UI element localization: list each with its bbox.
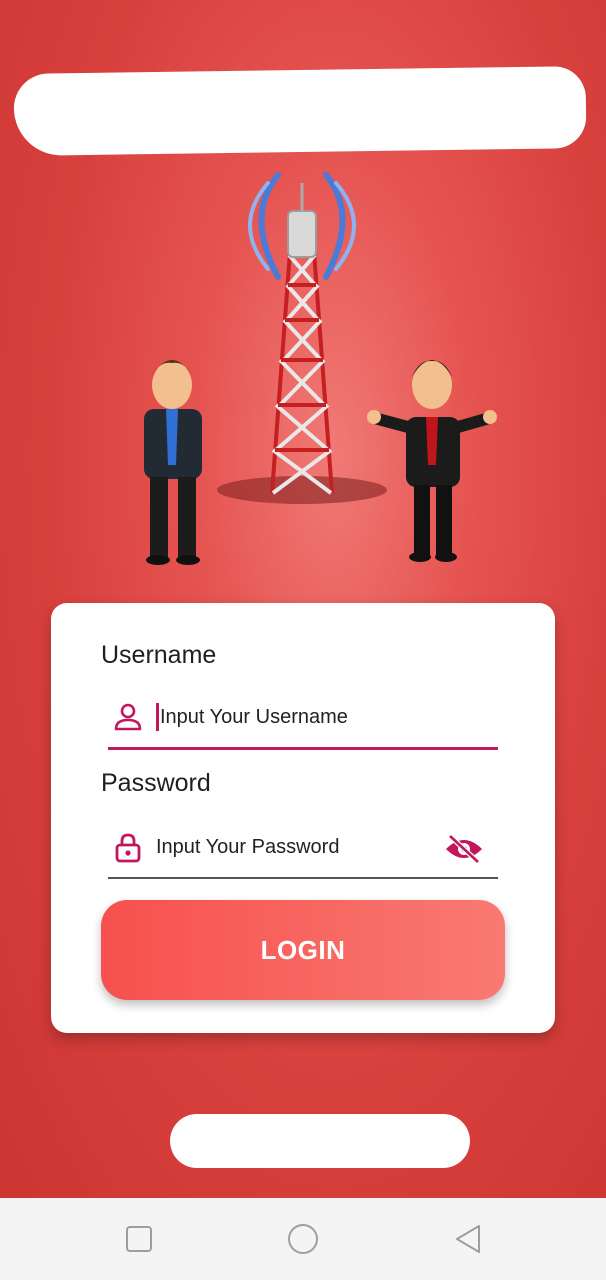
password-input[interactable] (156, 831, 436, 863)
text-cursor (156, 703, 159, 731)
circle-icon[interactable] (286, 1222, 320, 1256)
login-button[interactable]: LOGIN (101, 900, 505, 1000)
lock-icon (115, 833, 141, 863)
username-input[interactable] (160, 701, 440, 733)
system-nav-bar (0, 1198, 606, 1280)
redacted-app-title (13, 66, 587, 156)
username-label: Username (101, 641, 217, 669)
eye-off-icon[interactable] (444, 833, 484, 865)
username-field[interactable] (108, 691, 498, 750)
square-icon[interactable] (122, 1222, 156, 1256)
person-icon (114, 703, 142, 731)
tower-illustration (144, 172, 497, 565)
triangle-back-icon[interactable] (452, 1222, 486, 1256)
redacted-footer-text (170, 1114, 470, 1168)
password-label: Password (101, 769, 211, 797)
login-card: Username Password LOGIN (51, 603, 555, 1033)
password-field[interactable] (108, 821, 498, 879)
